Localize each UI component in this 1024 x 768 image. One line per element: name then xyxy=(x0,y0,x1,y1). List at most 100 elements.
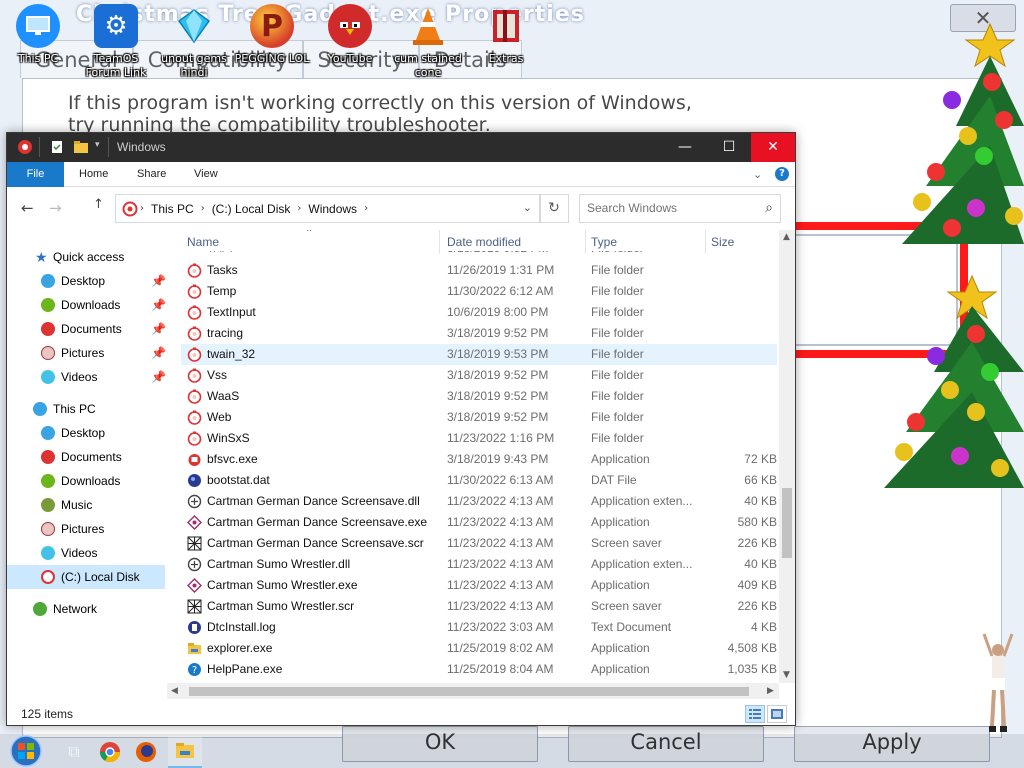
breadcrumb-separator-icon[interactable]: › xyxy=(138,203,146,214)
desktop-icon-pegging[interactable]: P PEGGING LOL xyxy=(234,4,310,66)
table-row[interactable]: tracing 3/18/2019 9:52 PM File folder xyxy=(181,323,777,344)
nav-pc-videos[interactable]: Videos xyxy=(7,541,165,565)
pin-icon[interactable]: 📌 xyxy=(151,293,166,317)
maximize-button[interactable]: ☐ xyxy=(707,133,751,162)
breadcrumb-separator-icon[interactable]: › xyxy=(199,203,207,214)
details-view-icon[interactable] xyxy=(745,705,765,723)
table-row[interactable]: Cartman Sumo Wrestler.dll 11/23/2022 4:13… xyxy=(181,554,777,575)
address-history-dropdown-icon[interactable]: ⌄ xyxy=(523,201,532,214)
column-type[interactable]: Type xyxy=(591,235,617,249)
table-row[interactable]: Web 3/18/2019 9:52 PM File folder xyxy=(181,407,777,428)
tab-file[interactable]: File xyxy=(7,162,64,187)
tab-home[interactable]: Home xyxy=(64,162,123,187)
up-arrow-icon[interactable]: ↑ xyxy=(93,197,104,212)
nav-quick-access[interactable]: ★ Quick access xyxy=(7,245,165,269)
scroll-right-icon[interactable]: ▶ xyxy=(767,686,774,696)
horizontal-scrollbar[interactable]: ◀ ▶ xyxy=(167,683,779,699)
nav-pc-pictures[interactable]: Pictures xyxy=(7,517,165,541)
column-size[interactable]: Size xyxy=(711,235,734,249)
start-button-icon[interactable] xyxy=(8,734,44,768)
customize-quick-access-chevron-icon[interactable]: ▾ xyxy=(95,140,100,150)
help-icon[interactable]: ? xyxy=(775,167,789,181)
breadcrumb-separator-icon[interactable]: › xyxy=(295,203,303,214)
table-row[interactable]: Cartman German Dance Screensave.exe 11/23… xyxy=(181,512,777,533)
breadcrumb-local-disk[interactable]: (C:) Local Disk xyxy=(207,202,296,216)
expand-ribbon-chevron-icon[interactable]: ⌄ xyxy=(753,168,762,181)
nav-quick-desktop[interactable]: Desktop 📌 xyxy=(7,269,166,293)
breadcrumb-this-pc[interactable]: This PC xyxy=(146,202,199,216)
new-folder-icon[interactable] xyxy=(73,139,89,155)
desktop-icon-gems[interactable]: unout gems hindi xyxy=(156,4,232,80)
forward-arrow-icon[interactable]: → xyxy=(49,199,62,217)
file-date-modified: 11/23/2022 4:13 AM xyxy=(447,557,554,571)
nav-network[interactable]: Network xyxy=(7,597,165,621)
nav-pc-documents[interactable]: Documents xyxy=(7,445,165,469)
large-icons-view-icon[interactable] xyxy=(767,705,787,723)
column-name[interactable]: Name xyxy=(187,235,219,249)
search-icon[interactable]: ⌕ xyxy=(765,200,773,216)
close-button[interactable]: ✕ xyxy=(751,133,795,162)
desktop-icon-this-pc[interactable]: This PC xyxy=(0,4,76,66)
horizontal-scroll-thumb[interactable] xyxy=(189,687,749,696)
table-row[interactable]: Temp 11/30/2022 6:12 AM File folder xyxy=(181,281,777,302)
table-row[interactable]: Cartman Sumo Wrestler.exe 11/23/2022 4:13… xyxy=(181,575,777,596)
nav-quick-videos[interactable]: Videos 📌 xyxy=(7,365,166,389)
nav-pc-music[interactable]: Music xyxy=(7,493,165,517)
scroll-down-icon[interactable]: ▼ xyxy=(783,670,790,680)
window-titlebar[interactable]: ▾ Windows — ☐ ✕ xyxy=(7,133,795,162)
nav-quick-documents[interactable]: Documents 📌 xyxy=(7,317,166,341)
task-view-icon[interactable]: ⧉ xyxy=(60,740,88,764)
properties-icon[interactable] xyxy=(49,139,65,155)
nav-quick-pictures[interactable]: Pictures 📌 xyxy=(7,341,166,365)
desktop-icon-youtube[interactable]: YouTube xyxy=(312,4,388,66)
table-row[interactable]: TextInput 10/6/2019 8:00 PM File folder xyxy=(181,302,777,323)
breadcrumb-windows[interactable]: Windows xyxy=(303,202,362,216)
table-row[interactable]: Cartman German Dance Screensave.dll 11/23… xyxy=(181,491,777,512)
minimize-button[interactable]: — xyxy=(663,133,707,162)
table-row[interactable]: Cartman Sumo Wrestler.scr 11/23/2022 4:13… xyxy=(181,596,777,617)
nav-quick-downloads[interactable]: Downloads 📌 xyxy=(7,293,166,317)
nav-pc-desktop[interactable]: Desktop xyxy=(7,421,165,445)
table-row[interactable]: DtcInstall.log 11/23/2022 3:03 AM Text Doc… xyxy=(181,617,777,638)
pin-icon[interactable]: 📌 xyxy=(151,317,166,341)
table-row[interactable]: WaaS 3/18/2019 9:52 PM File folder xyxy=(181,386,777,407)
nav-pc-downloads[interactable]: Downloads xyxy=(7,469,165,493)
tab-share[interactable]: Share xyxy=(122,162,181,187)
pin-icon[interactable]: 📌 xyxy=(151,269,166,293)
table-row[interactable]: ? HelpPane.exe 11/25/2019 8:04 AM Applicati… xyxy=(181,659,777,680)
column-date-modified[interactable]: Date modified xyxy=(447,235,521,249)
table-row[interactable]: bfsvc.exe 3/18/2019 9:43 PM Application 72 … xyxy=(181,449,777,470)
vertical-scroll-thumb[interactable] xyxy=(782,488,792,558)
desktop-icon-extras[interactable]: Extras xyxy=(468,4,544,66)
table-row[interactable]: Vss 3/18/2019 9:52 PM File folder xyxy=(181,365,777,386)
table-row[interactable]: Tasks 11/26/2019 1:31 PM File folder xyxy=(181,260,777,281)
table-row-partial[interactable]: TAPI 3/18/2019 9:52 PM File folder xyxy=(181,251,777,259)
table-row[interactable]: Cartman German Dance Screensave.scr 11/23… xyxy=(181,533,777,554)
chrome-icon[interactable] xyxy=(96,740,124,764)
pin-icon[interactable]: 📌 xyxy=(151,365,166,389)
table-row[interactable]: explorer.exe 11/25/2019 8:02 AM Applicatio… xyxy=(181,638,777,659)
nav-this-pc[interactable]: This PC xyxy=(7,397,165,421)
table-row[interactable]: twain_32 3/18/2019 9:53 PM File folder xyxy=(181,344,777,365)
tab-view[interactable]: View xyxy=(179,162,233,187)
desktop-icon-teamos[interactable]: ⚙ TeamOS Forum Link xyxy=(78,4,154,80)
traffic-cone-icon xyxy=(406,4,450,48)
firefox-icon[interactable] xyxy=(132,740,160,764)
file-name: Temp xyxy=(207,284,237,298)
file-explorer-taskbar-button[interactable] xyxy=(168,736,202,768)
scroll-up-icon[interactable]: ▲ xyxy=(783,232,790,242)
address-bar[interactable]: › This PC › (C:) Local Disk › Windows › … xyxy=(115,194,541,223)
vertical-scrollbar[interactable]: ▲ ▼ xyxy=(779,230,795,683)
pin-icon[interactable]: 📌 xyxy=(151,341,166,365)
table-row[interactable]: bootstat.dat 11/30/2022 6:13 AM DAT File 66… xyxy=(181,470,777,491)
nav-pc-local-disk[interactable]: (C:) Local Disk xyxy=(7,565,165,589)
back-arrow-icon[interactable]: ← xyxy=(21,199,34,217)
background-message: If this program isn't working correctly … xyxy=(68,92,692,136)
breadcrumb-separator-icon[interactable]: › xyxy=(362,203,370,214)
table-row[interactable]: WinSxS 11/23/2022 1:16 PM File folder xyxy=(181,428,777,449)
scroll-left-icon[interactable]: ◀ xyxy=(171,686,178,696)
refresh-button[interactable]: ↻ xyxy=(539,194,569,223)
desktop-icon-cone[interactable]: cum stained cone xyxy=(390,4,466,80)
search-box[interactable]: ⌕ xyxy=(579,194,781,223)
search-input[interactable] xyxy=(580,195,750,221)
